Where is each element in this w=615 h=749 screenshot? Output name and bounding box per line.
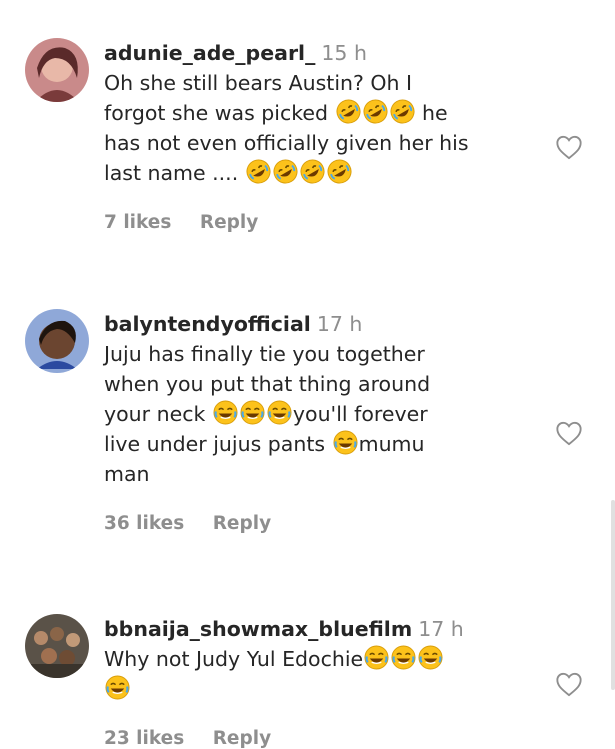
comment-text-line: forgot she was picked he — [104, 98, 544, 128]
rolling-on-floor-laughing-emoji — [363, 99, 388, 124]
comment-timestamp: 17 h — [418, 617, 464, 641]
comment-text-fragment: forgot she was picked — [104, 101, 335, 125]
comment-text-line: Oh she still bears Austin? Oh I — [104, 68, 544, 98]
comment-text-fragment: Oh she still bears Austin? Oh I — [104, 71, 413, 95]
comment-text-fragment: he — [415, 101, 448, 125]
comment-text-line: man — [104, 459, 544, 489]
face-with-tears-of-joy-emoji — [391, 645, 416, 670]
comment-text-fragment: live under jujus pants — [104, 432, 332, 456]
comment-body: bbnaija_showmax_bluefilm 17 h Why not Jud… — [104, 614, 544, 749]
comment-text-line: your neck you'll forever — [104, 399, 544, 429]
face-with-tears-of-joy-emoji — [240, 400, 265, 425]
comment-text-fragment: you'll forever — [292, 402, 428, 426]
comment-text-fragment: mumu — [358, 432, 425, 456]
rolling-on-floor-laughing-emoji — [246, 159, 271, 184]
face-with-tears-of-joy-emoji — [418, 645, 443, 670]
face-with-tears-of-joy-emoji — [364, 645, 389, 670]
comment-text-line: has not even officially given her his — [104, 128, 544, 158]
rolling-on-floor-laughing-emoji — [300, 159, 325, 184]
comment-body: balyntendyofficial 17 h Juju has finally … — [104, 309, 544, 534]
likes-count[interactable]: 7 likes — [104, 212, 171, 233]
heart-outline-icon[interactable] — [555, 420, 583, 446]
comment-timestamp: 17 h — [316, 312, 363, 336]
face-with-tears-of-joy-emoji — [213, 400, 238, 425]
comment-text-line — [104, 674, 544, 704]
likes-count[interactable]: 23 likes — [104, 728, 184, 749]
comment-text-fragment: man — [104, 462, 150, 486]
comment-text-line: live under jujus pants mumu — [104, 429, 544, 459]
comment-text-fragment: last name .... — [104, 161, 245, 185]
comment-text-fragment: Why not Judy Yul Edochie — [104, 647, 364, 671]
rolling-on-floor-laughing-emoji — [390, 99, 415, 124]
comment-text-line: last name .... — [104, 158, 544, 188]
comment-text-fragment: has not even officially given her his — [104, 131, 469, 155]
comment-body: adunie_ade_pearl_ 15 h Oh she still bears… — [104, 38, 544, 233]
comment-text-line: Why not Judy Yul Edochie — [104, 644, 544, 674]
face-with-tears-of-joy-emoji — [267, 400, 292, 425]
comment-text: Why not Judy Yul Edochie — [104, 644, 544, 704]
comment-text: Juju has finally tie you together when yo… — [104, 339, 544, 489]
scrollbar[interactable] — [611, 500, 615, 690]
comment-username[interactable]: bbnaija_showmax_bluefilm — [104, 617, 412, 641]
comment-text-fragment: your neck — [104, 402, 212, 426]
face-with-tears-of-joy-emoji — [105, 675, 130, 700]
comment-username[interactable]: balyntendyofficial — [104, 312, 311, 336]
reply-button[interactable]: Reply — [213, 728, 271, 749]
comment-username[interactable]: adunie_ade_pearl_ — [104, 41, 315, 65]
avatar[interactable] — [25, 309, 89, 373]
likes-count[interactable]: 36 likes — [104, 513, 184, 534]
face-with-tears-of-joy-emoji — [333, 430, 358, 455]
comment-text: Oh she still bears Austin? Oh I forgot sh… — [104, 68, 544, 188]
comment-text-line: Juju has finally tie you together — [104, 339, 544, 369]
reply-button[interactable]: Reply — [213, 513, 271, 534]
rolling-on-floor-laughing-emoji — [327, 159, 352, 184]
comment-text-fragment: Juju has finally tie you together — [104, 342, 425, 366]
heart-outline-icon[interactable] — [555, 671, 583, 697]
rolling-on-floor-laughing-emoji — [336, 99, 361, 124]
comment-text-line: when you put that thing around — [104, 369, 544, 399]
heart-outline-icon[interactable] — [555, 134, 583, 160]
comment-text-fragment: when you put that thing around — [104, 372, 431, 396]
comment-timestamp: 15 h — [321, 41, 367, 65]
reply-button[interactable]: Reply — [200, 212, 258, 233]
avatar[interactable] — [25, 614, 89, 678]
avatar[interactable] — [25, 38, 89, 102]
rolling-on-floor-laughing-emoji — [273, 159, 298, 184]
